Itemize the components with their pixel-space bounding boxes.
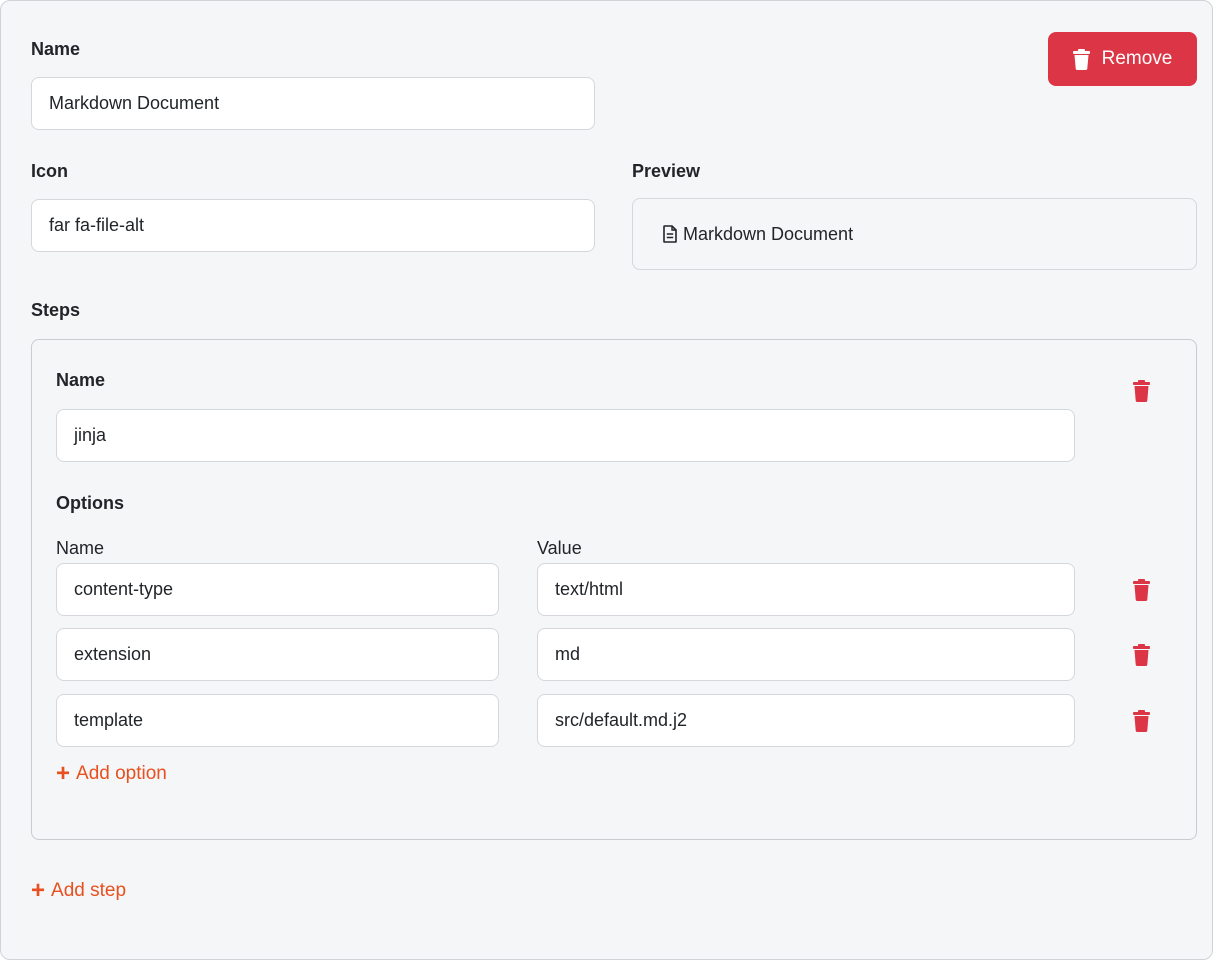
step-name-label: Name [56,370,106,390]
add-option-link[interactable]: + Add option [56,762,167,786]
step-name-input[interactable]: jinja [56,409,1075,462]
option-value-input[interactable]: src/default.md.j2 [537,694,1075,747]
icon-label: Icon [31,161,69,181]
steps-label: Steps [31,300,81,320]
content-type-panel: Name Markdown Document Remove Icon far f… [0,0,1213,960]
add-option-label: Add option [76,763,167,784]
name-input[interactable]: Markdown Document [31,77,595,130]
step-card: Name jinja Options Name Value content-ty… [31,339,1197,840]
remove-step-trash-icon[interactable] [1133,380,1150,402]
option-value-input[interactable]: text/html [537,563,1075,616]
plus-icon: + [56,760,71,787]
option-name-column-label: Name [56,538,105,558]
remove-option-trash-icon[interactable] [1133,579,1150,601]
add-step-label: Add step [51,880,127,901]
plus-icon: + [31,877,46,904]
preview-box: Markdown Document [632,198,1197,270]
options-label: Options [56,493,124,513]
name-label: Name [31,39,81,59]
option-name-input[interactable]: template [56,694,499,747]
remove-button-label: Remove [1101,48,1173,69]
add-step-link[interactable]: + Add step [31,879,126,903]
file-alt-icon [663,225,677,243]
remove-option-trash-icon[interactable] [1133,710,1150,732]
option-value-input[interactable]: md [537,628,1075,681]
option-value-column-label: Value [537,538,582,558]
remove-option-trash-icon[interactable] [1133,644,1150,666]
trash-icon [1072,48,1090,70]
icon-input[interactable]: far fa-file-alt [31,199,595,252]
preview-text: Markdown Document [683,223,854,244]
option-name-input[interactable]: extension [56,628,499,681]
remove-button[interactable]: Remove [1048,32,1197,86]
preview-label: Preview [632,161,701,181]
option-name-input[interactable]: content-type [56,563,499,616]
